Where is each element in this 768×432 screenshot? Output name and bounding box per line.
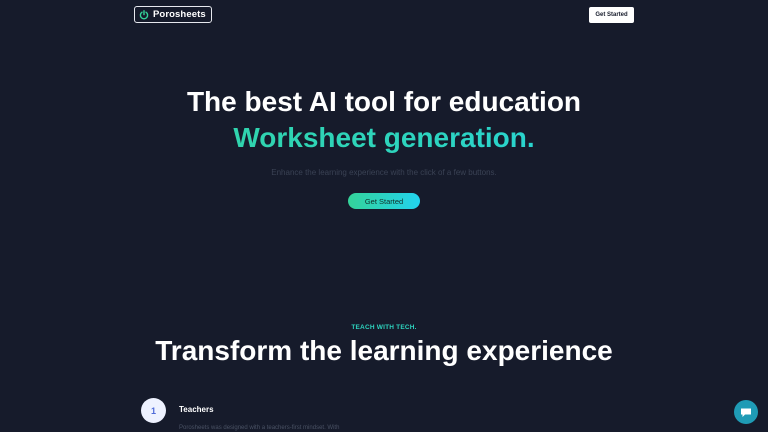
power-icon	[139, 9, 149, 20]
chat-button[interactable]	[734, 400, 758, 424]
hero-tagline: Enhance the learning experience with the…	[271, 168, 497, 177]
step-title: Teachers	[179, 405, 214, 414]
get-started-button-header[interactable]: Get Started	[589, 7, 634, 23]
step-number-badge: 1	[141, 398, 166, 423]
get-started-button-hero[interactable]: Get Started	[348, 193, 420, 209]
hero-title: The best AI tool for education	[186, 86, 582, 117]
section-eyebrow: TEACH WITH TECH.	[351, 324, 417, 331]
step-description: Porosheets was designed with a teachers-…	[179, 425, 340, 431]
landing-page: Porosheets Get Started The best AI tool …	[0, 0, 768, 432]
section-title: Transform the learning experience	[155, 335, 613, 366]
logo-text: Porosheets	[153, 9, 206, 20]
chat-bubble-icon	[740, 407, 752, 418]
hero-subtitle: Worksheet generation.	[0, 122, 768, 154]
logo[interactable]: Porosheets	[134, 6, 212, 23]
